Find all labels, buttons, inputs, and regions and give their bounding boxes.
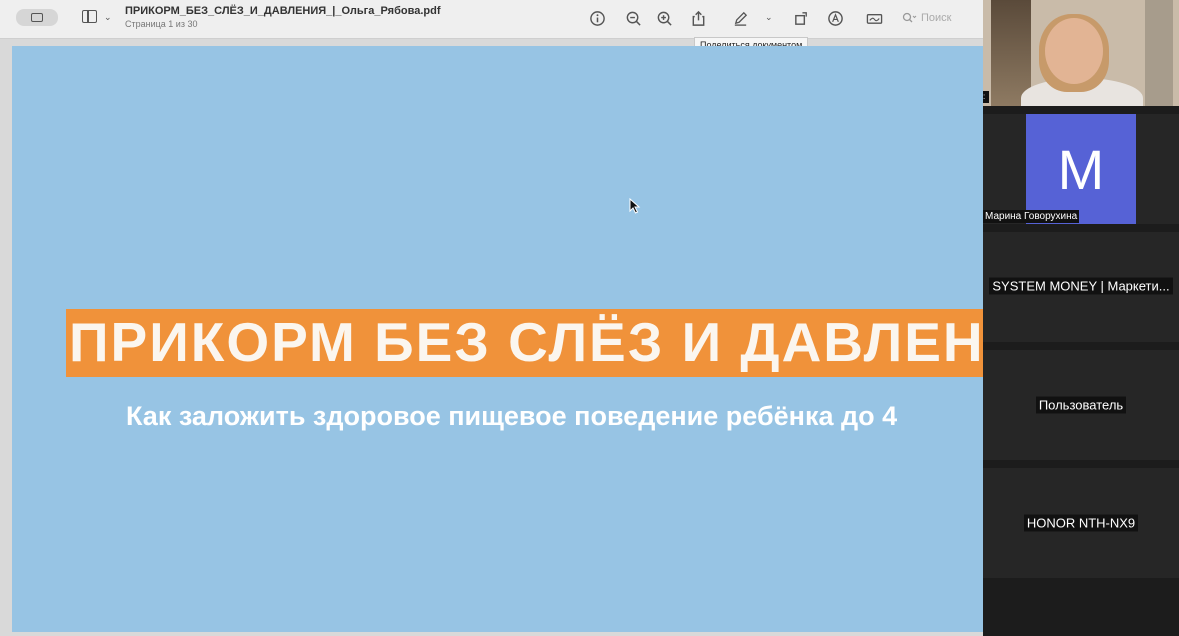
participant-name-wrap: Пользователь [983, 396, 1179, 414]
share-icon[interactable] [688, 8, 708, 28]
document-title: ПРИКОРМ_БЕЗ_СЛЁЗ_И_ДАВЛЕНИЯ_|_Ольга_Рябо… [125, 5, 441, 17]
participant-tile-video[interactable]: : [983, 0, 1179, 106]
markup-pen-icon[interactable] [730, 8, 750, 28]
participant-name: Марина Говорухина [983, 210, 1080, 223]
view-mode-button[interactable] [16, 9, 58, 26]
pdf-page: ПРИКОРМ БЕЗ СЛЁЗ И ДАВЛЕНИЯ Как заложить… [12, 46, 984, 632]
participant-name: HONOR NTH-NX9 [1023, 514, 1139, 532]
sidebar-icon[interactable] [82, 10, 97, 23]
info-icon[interactable] [587, 8, 607, 28]
markup-chevron-icon[interactable]: ⌄ [765, 12, 773, 23]
participant-tile-system-money[interactable]: SYSTEM MONEY | Маркети... [983, 232, 1179, 342]
toolbar: ⌄ ПРИКОРМ_БЕЗ_СЛЁЗ_И_ДАВЛЕНИЯ_|_Ольга_Ря… [0, 0, 984, 39]
pdf-viewer-window: ⌄ ПРИКОРМ_БЕЗ_СЛЁЗ_И_ДАВЛЕНИЯ_|_Ольга_Ря… [0, 0, 984, 636]
slide-subtitle: Как заложить здоровое пищевое поведение … [126, 401, 898, 431]
page-indicator: Страница 1 из 30 [125, 19, 198, 29]
background-object [1145, 0, 1173, 106]
participant-name-tag: : [983, 91, 989, 103]
participant-face [1045, 18, 1103, 84]
participant-name-wrap: HONOR NTH-NX9 [983, 514, 1179, 532]
chevron-down-icon[interactable]: ⌄ [104, 12, 112, 23]
participant-name: SYSTEM MONEY | Маркети... [989, 277, 1173, 295]
participant-name: Пользователь [1035, 396, 1127, 414]
participant-tile-user[interactable]: Пользователь [983, 350, 1179, 460]
mouse-cursor-icon [629, 198, 641, 214]
search-icon [902, 12, 917, 23]
avatar: М [1026, 114, 1136, 224]
view-mode-icon [31, 13, 43, 22]
zoom-in-icon[interactable] [654, 8, 674, 28]
participant-tile-honor[interactable]: HONOR NTH-NX9 [983, 468, 1179, 578]
slide-title: ПРИКОРМ БЕЗ СЛЁЗ И ДАВЛЕНИЯ [69, 311, 984, 373]
participant-name-wrap: SYSTEM MONEY | Маркети... [983, 277, 1179, 295]
rotate-icon[interactable] [791, 8, 811, 28]
participants-panel: : М Марина Говорухина SYSTEM MONEY | Мар… [983, 0, 1179, 636]
participant-tile-marina[interactable]: М Марина Говорухина [983, 114, 1179, 224]
zoom-out-icon[interactable] [623, 8, 643, 28]
signature-icon[interactable] [864, 8, 884, 28]
markup-circle-icon[interactable] [825, 8, 845, 28]
search-field[interactable]: Поиск [902, 9, 972, 27]
search-placeholder: Поиск [921, 12, 952, 24]
